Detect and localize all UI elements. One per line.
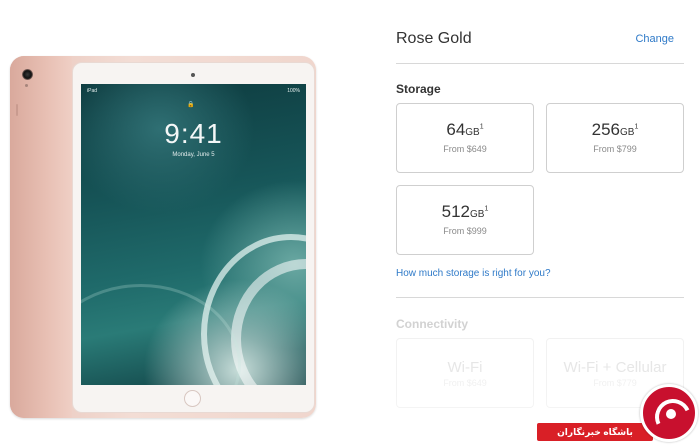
battery-label: 100% — [287, 88, 300, 94]
volume-button — [16, 104, 18, 116]
storage-capacity: 256GB1 — [591, 120, 639, 139]
divider — [396, 63, 684, 64]
lock-screen-date: Monday, June 5 — [172, 152, 215, 158]
storage-option-512[interactable]: 512GB1 From $999 — [396, 185, 534, 255]
watermark-text: باشگاه خبرنگاران — [537, 423, 653, 441]
storage-price: From $649 — [443, 144, 487, 154]
connectivity-section-title: Connectivity — [396, 317, 469, 331]
storage-section-title: Storage — [396, 82, 441, 96]
storage-help-link[interactable]: How much storage is right for you? — [396, 268, 551, 279]
flash-dot — [25, 84, 28, 87]
storage-option-256[interactable]: 256GB1 From $799 — [546, 103, 684, 173]
lock-screen: iPad 100% 🔒 9:41 Monday, June 5 — [81, 84, 306, 385]
storage-capacity: 512GB1 — [441, 202, 489, 221]
ipad-side-shading — [10, 56, 72, 418]
lock-icon: 🔒 — [187, 102, 195, 108]
front-camera-icon — [191, 73, 195, 77]
connectivity-option-wifi[interactable]: Wi-Fi From $649 — [396, 338, 534, 408]
carrier-label: iPad — [87, 88, 98, 94]
storage-price: From $799 — [593, 144, 637, 154]
product-image: iPad 100% 🔒 9:41 Monday, June 5 — [0, 0, 345, 445]
storage-price: From $999 — [443, 226, 487, 236]
connectivity-label: Wi-Fi + Cellular — [563, 359, 667, 376]
divider — [396, 297, 684, 298]
storage-option-64[interactable]: 64GB1 From $649 — [396, 103, 534, 173]
configurator-panel: Rose Gold Change Storage 64GB1 From $649… — [396, 0, 686, 445]
connectivity-price: From $649 — [443, 378, 487, 388]
rear-camera-icon — [22, 69, 33, 80]
storage-capacity: 64GB1 — [446, 120, 484, 139]
status-bar: iPad 100% — [87, 88, 300, 96]
home-button-icon — [184, 390, 201, 407]
watermark-logo-icon — [640, 384, 698, 442]
connectivity-label: Wi-Fi — [447, 359, 483, 376]
selected-color-title: Rose Gold — [396, 30, 472, 47]
change-color-link[interactable]: Change — [635, 33, 674, 45]
lock-screen-time: 9:41 — [164, 118, 223, 149]
